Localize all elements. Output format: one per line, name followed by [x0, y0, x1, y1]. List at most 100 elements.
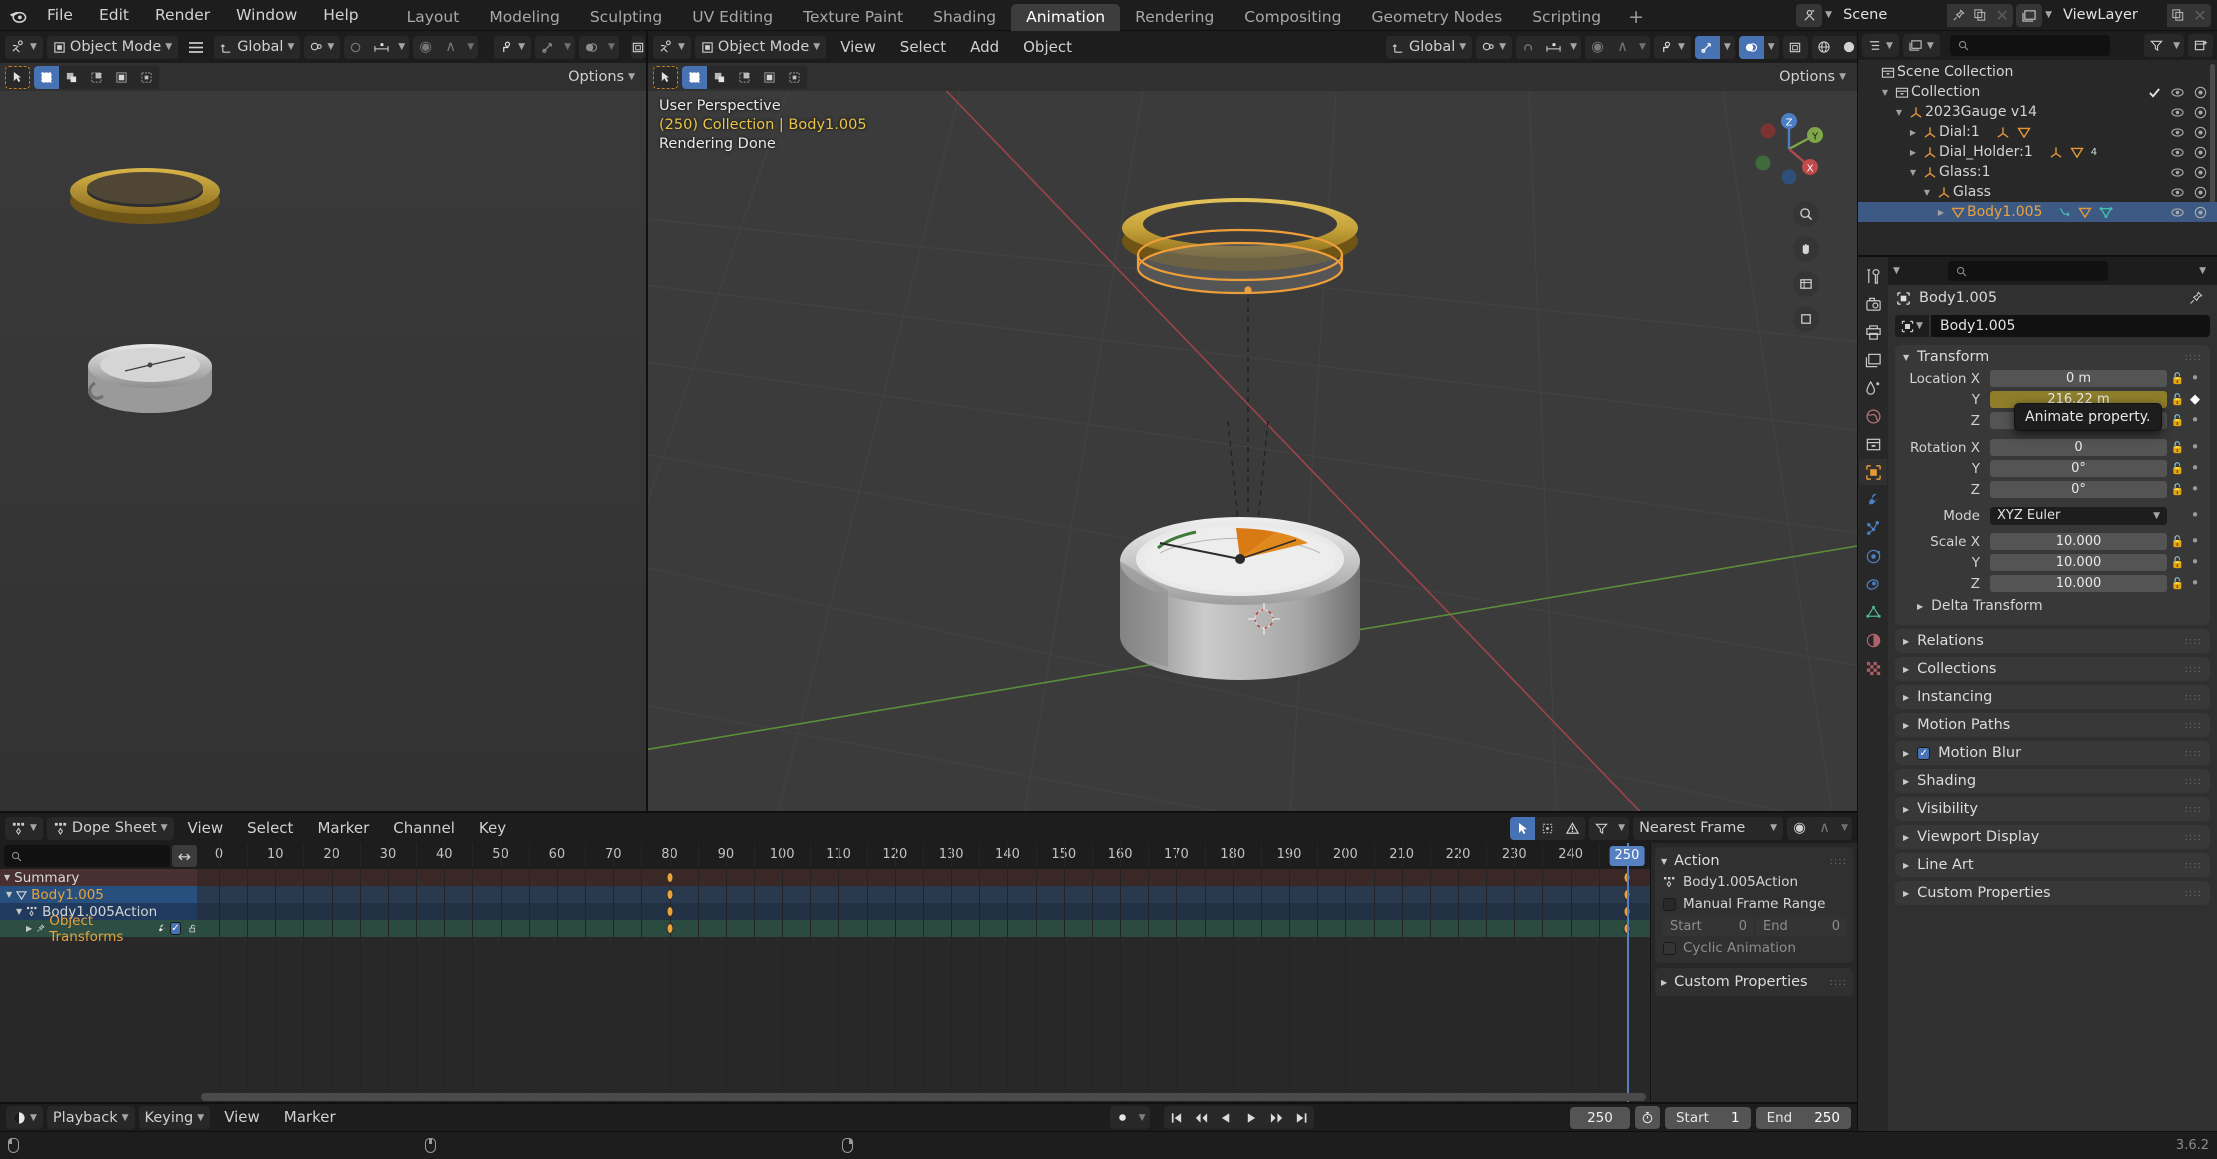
solid-shading-main-icon[interactable]: [1836, 35, 1857, 59]
workspace-tab-scripting[interactable]: Scripting: [1517, 4, 1616, 31]
dopesheet-filter-toggles[interactable]: [1510, 816, 1586, 840]
falloff-curve-icon[interactable]: ∧: [438, 35, 464, 59]
frame-end-field[interactable]: End 0: [1756, 916, 1847, 936]
scene-icon[interactable]: [1796, 3, 1823, 27]
chevron-right-icon[interactable]: ▶: [1903, 749, 1909, 758]
select-invert-main-icon[interactable]: [757, 65, 782, 89]
workspace-tab-modeling[interactable]: Modeling: [474, 4, 575, 31]
keyframe-marker[interactable]: [666, 889, 674, 900]
mesh-data-icon[interactable]: [2078, 206, 2093, 219]
rotation-z-field[interactable]: 0°: [1990, 481, 2167, 498]
overlays-group-secondary[interactable]: ▼: [535, 35, 575, 59]
action-panel-header[interactable]: ▼ Action ::::: [1661, 851, 1847, 871]
properties-tab-tool[interactable]: [1859, 263, 1887, 289]
chevron-down-icon[interactable]: ▼: [6, 890, 12, 899]
animate-scale-x-icon[interactable]: •: [2188, 533, 2202, 550]
add-workspace-button[interactable]: +: [1616, 4, 1656, 31]
workspace-tab-sculpting[interactable]: Sculpting: [575, 4, 677, 31]
viewport-options-secondary[interactable]: Options ▼: [562, 66, 641, 89]
scale-x-field[interactable]: 10.000: [1990, 533, 2167, 550]
properties-search-input[interactable]: [1947, 261, 2108, 281]
relations-panel-header[interactable]: ▶ Relations::::: [1895, 629, 2210, 653]
lock-location-y-icon[interactable]: 🔓: [2170, 393, 2185, 406]
workspace-tab-shading[interactable]: Shading: [918, 4, 1011, 31]
new-collection-button[interactable]: [2188, 34, 2213, 57]
transform-panel-header[interactable]: ▼ Transform ::::: [1895, 345, 2210, 369]
show-gizmo-main[interactable]: ▼: [1653, 35, 1691, 59]
animate-location-y-icon[interactable]: ◆: [2188, 391, 2202, 408]
properties-tab-viewlayer[interactable]: [1859, 347, 1887, 373]
properties-options-chevron-icon[interactable]: ▼: [2199, 266, 2212, 276]
properties-panel-viewport-display[interactable]: ▶ Viewport Display::::: [1895, 825, 2210, 849]
end-frame-field[interactable]: End 250: [1755, 1106, 1851, 1129]
falloff-curve-dopesheet-icon[interactable]: ∧: [1812, 816, 1838, 840]
snapping-magnet-main-icon[interactable]: ▼: [1476, 35, 1513, 59]
animate-rotation-y-icon[interactable]: •: [2188, 460, 2202, 477]
lock-rotation-x-icon[interactable]: 🔓: [2170, 441, 2185, 454]
properties-panel-motion-blur[interactable]: ▶ ✓ Motion Blur::::: [1895, 741, 2210, 765]
viewport-render-preview-icon[interactable]: [1782, 35, 1808, 59]
dopesheet-menu-marker[interactable]: Marker: [307, 817, 379, 840]
cyclic-animation-checkbox[interactable]: [1663, 941, 1676, 955]
properties-tab-scene[interactable]: [1859, 375, 1887, 401]
viewlayer-icon[interactable]: [2016, 3, 2043, 27]
instancing-panel-header[interactable]: ▶ Instancing::::: [1895, 685, 2210, 709]
line-art-panel-header[interactable]: ▶ Line Art::::: [1895, 853, 2210, 877]
expand-channels-icon[interactable]: ↔: [172, 845, 197, 867]
properties-tab-particles[interactable]: [1859, 515, 1887, 541]
use-preview-range-icon[interactable]: [1634, 1106, 1660, 1129]
mesh-data-icon[interactable]: [2099, 206, 2113, 219]
playback-controls[interactable]: [1163, 1106, 1314, 1129]
properties-panel-motion-paths[interactable]: ▶ Motion Paths::::: [1895, 713, 2210, 737]
menu-render[interactable]: Render: [142, 0, 223, 31]
workspace-tab-texture-paint[interactable]: Texture Paint: [788, 4, 918, 31]
lock-scale-y-icon[interactable]: 🔓: [2170, 556, 2185, 569]
animate-rotation-mode-icon[interactable]: •: [2188, 507, 2202, 524]
viewport-menu-view[interactable]: View: [830, 36, 886, 59]
scene-name[interactable]: Scene: [1835, 3, 1948, 27]
disable-in-render-camera-icon[interactable]: [2194, 146, 2207, 159]
outliner-tree[interactable]: Scene Collection ▼ Collection ▼ 2023Gauge v1…: [1858, 60, 2217, 255]
proportional-edit-icon[interactable]: [344, 35, 370, 59]
chevron-down-icon[interactable]: ▼: [16, 907, 22, 916]
dopesheet-filter-dropdown[interactable]: ▼: [1589, 816, 1630, 840]
timeline-menu-view[interactable]: View: [214, 1106, 270, 1129]
keyframe-marker[interactable]: [666, 923, 674, 934]
scene-chevron-icon[interactable]: ▼: [1825, 10, 1832, 20]
workspace-tab-geometry-nodes[interactable]: Geometry Nodes: [1356, 4, 1517, 31]
animate-location-x-icon[interactable]: •: [2188, 370, 2202, 387]
empty-axes-icon[interactable]: [2049, 146, 2063, 159]
menu-edit[interactable]: Edit: [86, 0, 142, 31]
outliner-row-dial-1[interactable]: ▶ Dial:1: [1858, 122, 2217, 142]
properties-panel-custom-properties[interactable]: ▶ Custom Properties::::: [1895, 881, 2210, 905]
properties-tab-collection[interactable]: [1859, 431, 1887, 457]
dopesheet-menu-select[interactable]: Select: [237, 817, 303, 840]
show-overlays-main-icon[interactable]: [1694, 35, 1720, 59]
dopesheet-snapping-selector[interactable]: Nearest Frame ▼: [1633, 816, 1784, 840]
viewport-gizmos-secondary[interactable]: ▼: [494, 35, 532, 59]
jump-to-next-keyframe-button[interactable]: [1263, 1106, 1289, 1129]
chevron-right-icon[interactable]: ▶: [1661, 978, 1667, 987]
outliner-filter-dropdown[interactable]: ▼: [2144, 34, 2184, 57]
editor-type-button-outliner[interactable]: ▼: [1862, 34, 1899, 57]
mesh-data-icon[interactable]: [2070, 146, 2084, 159]
proportional-edit-group-secondary[interactable]: ▼: [344, 35, 410, 59]
channel-summary[interactable]: ▼ Summary: [0, 869, 197, 886]
new-scene-copy-icon[interactable]: [1969, 3, 1992, 27]
dopesheet-search-input[interactable]: [4, 845, 170, 867]
manual-frame-range-row[interactable]: Manual Frame Range: [1661, 893, 1847, 915]
jump-to-end-button[interactable]: [1288, 1106, 1314, 1129]
hide-in-viewport-eye-icon[interactable]: [2171, 166, 2184, 179]
jump-to-start-button[interactable]: [1163, 1106, 1189, 1129]
auto-keying-group[interactable]: ▼: [1109, 1106, 1150, 1129]
dopesheet-custom-properties-panel[interactable]: ▶ Custom Properties ::::: [1655, 968, 1853, 996]
wireframe-shading-main-icon[interactable]: [1811, 35, 1837, 59]
xray-group-secondary[interactable]: ▼: [578, 35, 619, 59]
lock-location-z-icon[interactable]: 🔓: [2170, 414, 2185, 427]
shading-panel-header[interactable]: ▶ Shading::::: [1895, 769, 2210, 793]
editor-type-button-secondary[interactable]: ▼: [5, 35, 43, 59]
collection-enable-checkbox[interactable]: [2148, 86, 2161, 99]
auto-keying-record-icon[interactable]: [1109, 1106, 1135, 1129]
cursor-tool-main-icon[interactable]: [653, 65, 678, 89]
unlink-scene-x-icon[interactable]: ✕: [1991, 3, 2014, 27]
